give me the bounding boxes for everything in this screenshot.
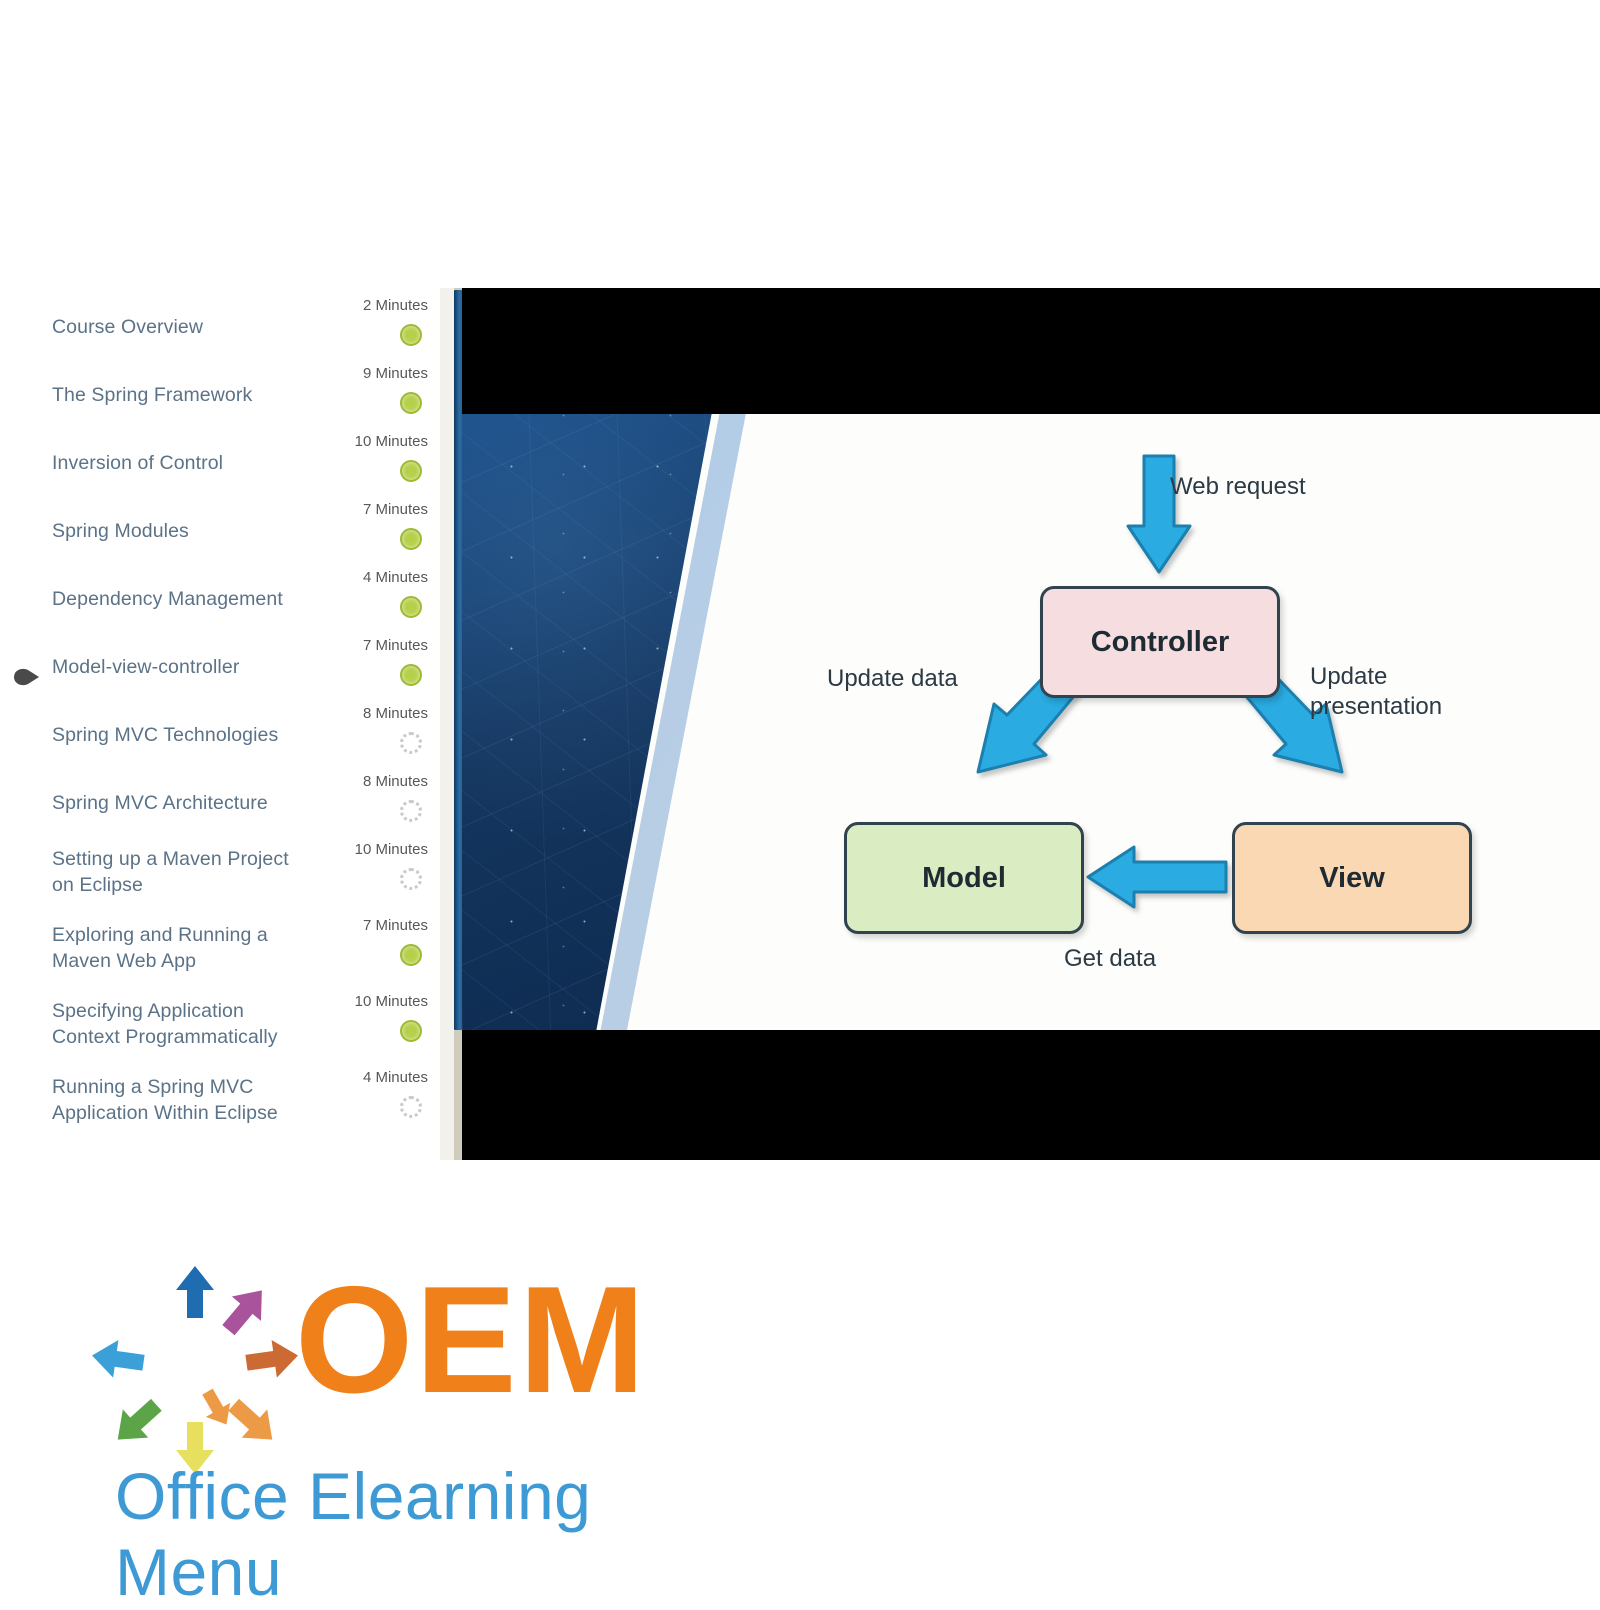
course-outline-item-status-complete: [400, 944, 422, 966]
course-outline-item-title[interactable]: Specifying Application Context Programma…: [52, 998, 302, 1050]
video-player-panel: Controller Model View Web request Update…: [440, 288, 1600, 1160]
course-outline-item-duration: 8 Minutes: [362, 705, 428, 722]
mvc-diagram: Controller Model View Web request Update…: [792, 414, 1600, 1030]
course-outline-item-status-incomplete: [400, 732, 422, 754]
course-outline-item-title[interactable]: The Spring Framework: [52, 382, 302, 408]
arrow-left-lightblue-icon: [92, 1340, 145, 1378]
course-outline-item-title[interactable]: Running a Spring MVC Application Within …: [52, 1074, 302, 1126]
course-outline-item-title[interactable]: Inversion of Control: [52, 450, 302, 476]
course-outline-item[interactable]: Inversion of Control 10 Minutes: [0, 433, 440, 506]
arrow-up-blue-icon: [176, 1266, 214, 1318]
oem-logo: OEM Office Elearning Menu: [60, 1240, 760, 1609]
mvc-edge-label-update-data: Update data: [827, 665, 958, 692]
course-outline-item[interactable]: Model-view-controller 7 Minutes: [0, 637, 440, 710]
course-outline-item-duration: 7 Minutes: [362, 637, 428, 654]
mvc-node-view: View: [1232, 822, 1472, 934]
arrow-get-data: [1086, 845, 1228, 909]
course-outline-item-duration: 10 Minutes: [354, 433, 428, 450]
course-outline-item-duration: 9 Minutes: [362, 365, 428, 382]
mvc-arrows-layer: [976, 454, 1344, 909]
course-outline-item[interactable]: Running a Spring MVC Application Within …: [0, 1069, 440, 1142]
mvc-node-model: Model: [844, 822, 1084, 934]
logo-arrow-ring-icon: [92, 1266, 298, 1474]
course-outline-item-duration: 4 Minutes: [362, 1069, 428, 1086]
course-outline-item-status-complete: [400, 596, 422, 618]
course-outline-item-title[interactable]: Spring MVC Architecture: [52, 790, 302, 816]
course-outline-item-status-incomplete: [400, 1096, 422, 1118]
course-outline-item-duration: 10 Minutes: [354, 993, 428, 1010]
course-outline-sidebar: Course Overview 2 Minutes The Spring Frame…: [0, 290, 440, 1160]
mvc-edge-label-get-data: Get data: [1064, 945, 1157, 972]
course-outline-item-status-complete: [400, 664, 422, 686]
course-outline-item[interactable]: Setting up a Maven Project on Eclipse 10 …: [0, 841, 440, 914]
course-outline-item-duration: 7 Minutes: [362, 917, 428, 934]
course-outline-item-title[interactable]: Dependency Management: [52, 586, 302, 612]
course-outline-item-status-incomplete: [400, 800, 422, 822]
mvc-node-controller: Controller: [1040, 586, 1280, 698]
course-outline-item-title[interactable]: Exploring and Running a Maven Web App: [52, 922, 302, 974]
course-outline-item[interactable]: Exploring and Running a Maven Web App 7 M…: [0, 917, 440, 990]
course-outline-item-duration: 10 Minutes: [354, 841, 428, 858]
current-lesson-pointer-icon: [12, 666, 42, 688]
course-outline-item-duration: 7 Minutes: [362, 501, 428, 518]
arrow-right-rust-icon: [245, 1340, 298, 1378]
course-outline-item-duration: 2 Minutes: [362, 297, 428, 314]
arrow-down-right-orange-icon: [228, 1398, 273, 1440]
course-outline-item-status-complete: [400, 460, 422, 482]
logo-wordmark: OEM: [295, 1255, 648, 1425]
course-outline-item[interactable]: Spring Modules 7 Minutes: [0, 501, 440, 574]
course-outline-item[interactable]: The Spring Framework 9 Minutes: [0, 365, 440, 438]
course-outline-item-status-complete: [400, 528, 422, 550]
course-outline-item-duration: 4 Minutes: [362, 569, 428, 586]
course-outline-item[interactable]: Dependency Management 4 Minutes: [0, 569, 440, 642]
logo-tagline: Office Elearning Menu: [115, 1459, 592, 1609]
course-outline-item-title[interactable]: Model-view-controller: [52, 654, 302, 680]
course-outline-item-title[interactable]: Spring Modules: [52, 518, 302, 544]
course-outline-item[interactable]: Specifying Application Context Programma…: [0, 993, 440, 1066]
course-outline-item-status-complete: [400, 1020, 422, 1042]
course-outline-item-status-complete: [400, 324, 422, 346]
course-outline-item-status-complete: [400, 392, 422, 414]
course-outline-item-title[interactable]: Spring MVC Technologies: [52, 722, 302, 748]
course-outline-item[interactable]: Course Overview 2 Minutes: [0, 297, 440, 370]
slide-surface: Controller Model View Web request Update…: [462, 414, 1600, 1030]
video-stage[interactable]: Controller Model View Web request Update…: [462, 288, 1600, 1160]
course-outline-item[interactable]: Spring MVC Architecture 8 Minutes: [0, 773, 440, 846]
course-outline-item-duration: 8 Minutes: [362, 773, 428, 790]
arrow-down-left-green-icon: [117, 1398, 162, 1440]
arrow-up-right-purple-icon: [222, 1290, 262, 1336]
course-outline-item-status-incomplete: [400, 868, 422, 890]
mvc-edge-label-update-presentation: Update presentation: [1310, 663, 1443, 720]
course-outline-item[interactable]: Spring MVC Technologies 8 Minutes: [0, 705, 440, 778]
course-outline-item-title[interactable]: Course Overview: [52, 314, 302, 340]
mvc-edge-label-web-request: Web request: [1170, 473, 1306, 500]
course-outline-item-title[interactable]: Setting up a Maven Project on Eclipse: [52, 846, 302, 898]
